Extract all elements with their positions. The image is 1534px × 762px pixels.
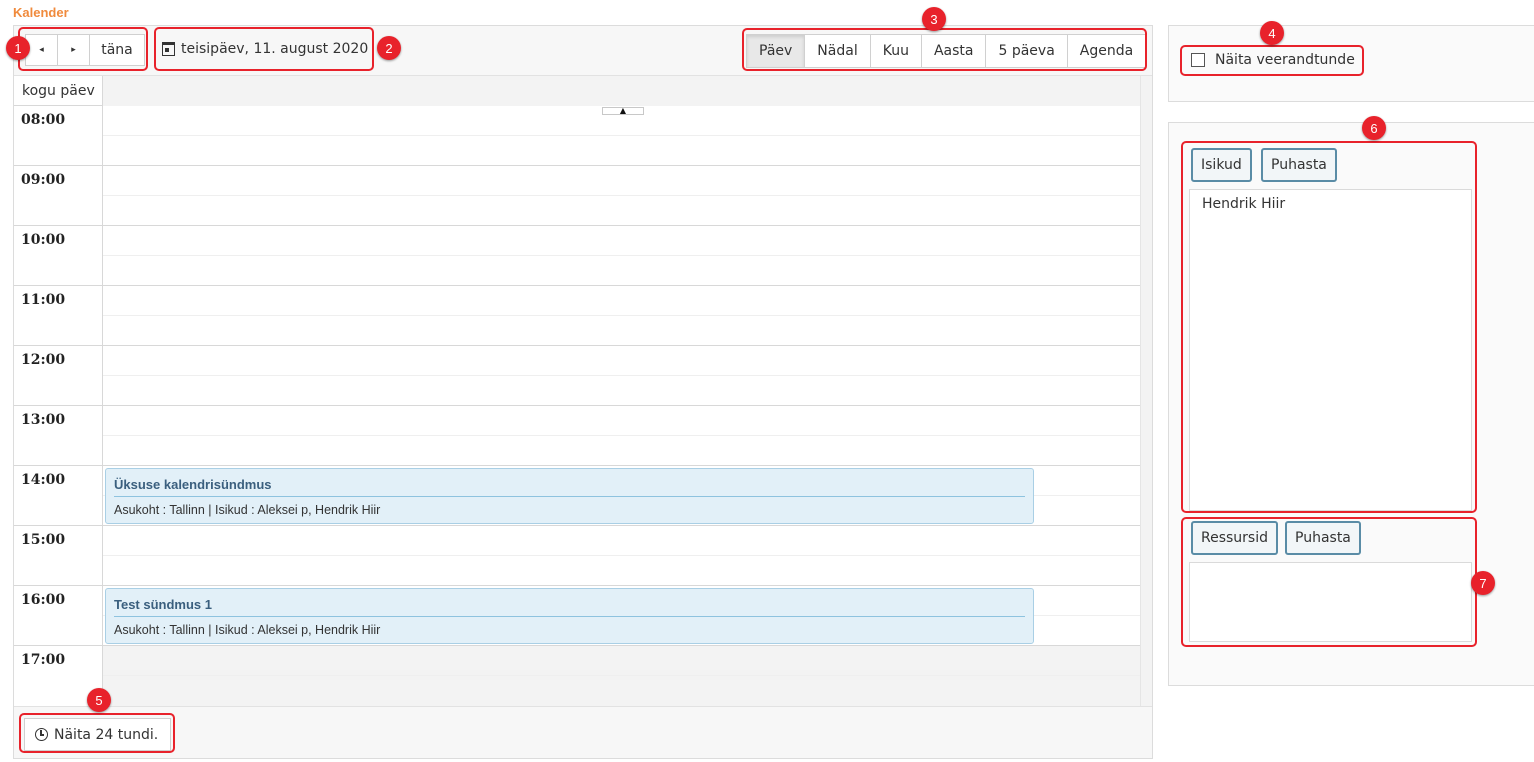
annotation-badge: 2 xyxy=(377,36,401,60)
event-title: Test sündmus 1 xyxy=(114,597,1025,617)
time-slot[interactable] xyxy=(103,106,1140,166)
hour-label: 10:00 xyxy=(14,226,103,286)
navigation-group: ◂ ▸ täna xyxy=(25,34,145,66)
annotation-badge: 6 xyxy=(1362,116,1386,140)
view-year-button[interactable]: Aasta xyxy=(921,35,987,67)
clear-persons-button[interactable]: Puhasta xyxy=(1261,148,1337,182)
hour-label: 15:00 xyxy=(14,526,103,586)
event-title: Üksuse kalendrisündmus xyxy=(114,477,1025,497)
chevron-left-icon: ◂ xyxy=(39,45,44,55)
annotation-badge: 5 xyxy=(87,688,111,712)
hour-row: 10:00 xyxy=(14,226,1140,286)
time-slot[interactable] xyxy=(103,406,1140,466)
calendar-toolbar: ◂ ▸ täna teisipäev, 11. august 2020 Päev… xyxy=(14,26,1152,76)
options-panel: Näita veerandtunde xyxy=(1168,25,1534,102)
allday-cell[interactable] xyxy=(103,76,1140,106)
annotation-badge: 1 xyxy=(6,36,30,60)
show-24-hours-label: Näita 24 tundi. xyxy=(54,726,159,743)
persons-list[interactable]: Hendrik Hiir xyxy=(1189,189,1472,511)
time-slot[interactable] xyxy=(103,346,1140,406)
view-switcher: Päev Nädal Kuu Aasta 5 päeva Agenda xyxy=(746,34,1147,68)
hour-row: 17:00 xyxy=(14,646,1140,706)
previous-button[interactable]: ◂ xyxy=(26,35,58,65)
hour-label: 11:00 xyxy=(14,286,103,346)
next-button[interactable]: ▸ xyxy=(58,35,90,65)
today-button[interactable]: täna xyxy=(90,35,144,65)
view-week-button[interactable]: Nädal xyxy=(805,35,871,67)
annotation-badge: 3 xyxy=(922,7,946,31)
time-slot[interactable] xyxy=(103,166,1140,226)
vertical-scrollbar[interactable] xyxy=(1140,76,1152,706)
view-5days-button[interactable]: 5 päeva xyxy=(986,35,1068,67)
view-month-button[interactable]: Kuu xyxy=(870,35,922,67)
persons-button[interactable]: Isikud xyxy=(1191,148,1252,182)
view-agenda-button[interactable]: Agenda xyxy=(1067,35,1146,67)
filters-panel: Isikud Puhasta Hendrik Hiir Ressursid Pu… xyxy=(1168,122,1534,686)
hour-label: 13:00 xyxy=(14,406,103,466)
hour-label: 14:00 xyxy=(14,466,103,526)
hour-row: 12:00 xyxy=(14,346,1140,406)
calendar-event[interactable]: Üksuse kalendrisündmus Asukoht : Tallinn… xyxy=(105,468,1034,524)
day-grid: kogu päev 08:00 09:00 10:00 11:00 12:00 xyxy=(14,76,1140,706)
show-24-hours-button[interactable]: Näita 24 tundi. xyxy=(24,718,172,751)
view-day-button[interactable]: Päev xyxy=(747,35,806,67)
hour-row: 09:00 xyxy=(14,166,1140,226)
calendar-footer: Näita 24 tundi. xyxy=(14,706,1152,758)
event-details: Asukoht : Tallinn | Isikud : Aleksei p, … xyxy=(114,503,381,517)
hours-area: 08:00 09:00 10:00 11:00 12:00 13:00 14:0… xyxy=(14,106,1140,706)
calendar-panel: ◂ ▸ täna teisipäev, 11. august 2020 Päev… xyxy=(13,25,1153,759)
hour-label: 12:00 xyxy=(14,346,103,406)
current-date-label: teisipäev, 11. august 2020 xyxy=(181,41,369,57)
clear-resources-button[interactable]: Puhasta xyxy=(1285,521,1361,555)
time-slot[interactable] xyxy=(103,646,1140,706)
hour-row: 08:00 xyxy=(14,106,1140,166)
clock-icon xyxy=(35,728,48,741)
resources-list[interactable] xyxy=(1189,562,1472,642)
hour-label: 09:00 xyxy=(14,166,103,226)
resources-button[interactable]: Ressursid xyxy=(1191,521,1278,555)
hour-row: 15:00 xyxy=(14,526,1140,586)
event-details: Asukoht : Tallinn | Isikud : Aleksei p, … xyxy=(114,623,381,637)
hour-row: 13:00 xyxy=(14,406,1140,466)
time-slot[interactable] xyxy=(103,286,1140,346)
allday-label: kogu päev xyxy=(14,76,103,106)
time-slot[interactable] xyxy=(103,526,1140,586)
annotation-badge: 4 xyxy=(1260,21,1284,45)
scroll-up-button[interactable]: ▲ xyxy=(602,107,644,115)
hour-label: 16:00 xyxy=(14,586,103,646)
chevron-right-icon: ▸ xyxy=(71,45,76,55)
allday-row: kogu päev xyxy=(14,76,1140,106)
calendar-event[interactable]: Test sündmus 1 Asukoht : Tallinn | Isiku… xyxy=(105,588,1034,644)
date-picker[interactable]: teisipäev, 11. august 2020 xyxy=(162,41,368,57)
app-title: Kalender xyxy=(13,5,69,20)
quarter-hours-label: Näita veerandtunde xyxy=(1215,52,1355,68)
annotation-badge: 7 xyxy=(1471,571,1495,595)
quarter-hours-toggle[interactable]: Näita veerandtunde xyxy=(1191,52,1355,68)
calendar-icon xyxy=(162,42,175,56)
list-item[interactable]: Hendrik Hiir xyxy=(1190,190,1471,218)
quarter-hours-checkbox[interactable] xyxy=(1191,53,1205,67)
hour-label: 08:00 xyxy=(14,106,103,166)
hour-row: 11:00 xyxy=(14,286,1140,346)
time-slot[interactable] xyxy=(103,226,1140,286)
